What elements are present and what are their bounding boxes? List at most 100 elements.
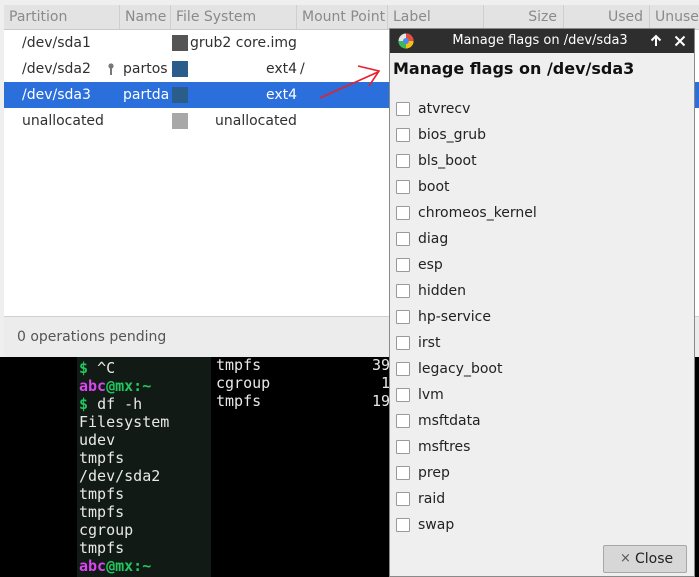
terminal-text: df -h	[97, 395, 143, 413]
flag-label: bls_boot	[418, 153, 477, 169]
flag-item-msftres[interactable]: msftres	[390, 435, 690, 461]
flag-item-msftdata[interactable]: msftdata	[390, 409, 690, 435]
column-used[interactable]: Used	[564, 5, 650, 29]
flag-item-raid[interactable]: raid	[390, 487, 690, 513]
filesystem-label: unallocated	[215, 113, 297, 129]
partition-path: /dev/sda3	[22, 87, 91, 103]
terminal-text: Filesystem	[79, 413, 170, 431]
flag-item-bls-boot[interactable]: bls_boot	[390, 149, 690, 175]
flag-label: esp	[418, 257, 443, 273]
terminal-text: abc	[79, 377, 107, 395]
dialog-title: Manage flags on /dev/sda3	[452, 33, 628, 48]
maximize-button[interactable]	[647, 31, 665, 51]
filesystem-color-swatch	[172, 61, 188, 77]
partition-path: /dev/sda1	[22, 35, 91, 51]
column-size[interactable]: Size	[484, 5, 564, 29]
terminal-text: tmpfs	[79, 503, 125, 521]
column-mount-point[interactable]: Mount Point	[297, 5, 388, 29]
flags-list: atvrecv bios_grub bls_bootboot chromeos_ker…	[390, 97, 694, 543]
flag-checkbox[interactable]	[396, 518, 410, 532]
column-unused[interactable]: Unused	[650, 5, 699, 29]
partition-name: partda	[123, 87, 170, 103]
terminal-text: cgroup	[79, 521, 134, 539]
flag-label: diag	[418, 231, 449, 247]
filesystem-color-swatch	[172, 87, 188, 103]
manage-flags-dialog: Manage flags on /dev/sda3 Manage flags o…	[389, 28, 695, 577]
flag-item-legacy-boot[interactable]: legacy_boot	[390, 357, 690, 383]
terminal-text: $	[79, 359, 98, 377]
flag-checkbox[interactable]	[396, 258, 410, 272]
flag-checkbox[interactable]	[396, 102, 410, 116]
flag-item-irst[interactable]: irst	[390, 331, 690, 357]
flag-checkbox[interactable]	[396, 466, 410, 480]
operations-pending-text: 0 operations pending	[17, 329, 167, 345]
flag-item-chromeos-kernel[interactable]: chromeos_kernel	[390, 201, 690, 227]
dialog-heading: Manage flags on /dev/sda3	[393, 59, 635, 78]
filesystem-label: grub2 core.img	[190, 35, 297, 51]
flag-checkbox[interactable]	[396, 492, 410, 506]
partition-path: unallocated	[22, 113, 104, 129]
flag-checkbox[interactable]	[396, 362, 410, 376]
flag-checkbox[interactable]	[396, 154, 410, 168]
flag-item-diag[interactable]: diag	[390, 227, 690, 253]
terminal-line: $ ^C	[79, 359, 115, 377]
terminal-line: tmpfs	[79, 503, 124, 521]
flag-checkbox[interactable]	[396, 336, 410, 350]
terminal-line: $ df -h	[79, 395, 142, 413]
flag-item-hidden[interactable]: hidden	[390, 279, 690, 305]
column-partition[interactable]: Partition	[4, 5, 120, 29]
flag-item-swap[interactable]: swap	[390, 513, 690, 539]
flag-checkbox[interactable]	[396, 232, 410, 246]
key-icon	[108, 63, 114, 75]
flag-checkbox[interactable]	[396, 284, 410, 298]
terminal-text: udev	[79, 431, 116, 449]
terminal-text: @mx:~	[106, 377, 152, 395]
terminal-fs-name: tmpfs	[216, 356, 262, 374]
flag-label: msftdata	[418, 413, 481, 429]
flag-label: bios_grub	[418, 127, 487, 143]
flag-label: msftres	[418, 439, 471, 455]
terminal-fs-name: cgroup	[216, 374, 271, 392]
close-window-button[interactable]	[671, 31, 689, 51]
flag-checkbox[interactable]	[396, 388, 410, 402]
terminal-line: tmpfs	[79, 485, 124, 503]
flag-checkbox[interactable]	[396, 206, 410, 220]
flag-item-esp[interactable]: esp	[390, 253, 690, 279]
terminal-line: abc@mx:~	[79, 557, 151, 575]
column-file-system[interactable]: File System	[171, 5, 297, 29]
terminal-line: tmpfs	[79, 539, 124, 557]
terminal-text: @mx:~	[106, 557, 152, 575]
close-icon: ×	[620, 551, 631, 566]
terminal-fs-size: 39	[371, 356, 390, 374]
flag-checkbox[interactable]	[396, 414, 410, 428]
terminal-text: $	[79, 395, 98, 413]
flag-label: legacy_boot	[418, 361, 503, 377]
flag-label: chromeos_kernel	[418, 205, 537, 221]
filesystem-label: ext4	[266, 61, 298, 77]
flag-item-prep[interactable]: prep	[390, 461, 690, 487]
flag-checkbox[interactable]	[396, 310, 410, 324]
terminal-line: udev	[79, 431, 115, 449]
column-label[interactable]: Label	[388, 5, 484, 29]
flag-item-boot[interactable]: boot	[390, 175, 690, 201]
flag-checkbox[interactable]	[396, 180, 410, 194]
terminal-line: tmpfs	[79, 449, 124, 467]
terminal-line: Filesystem	[79, 413, 169, 431]
flag-checkbox[interactable]	[396, 440, 410, 454]
close-button[interactable]: × Close	[603, 545, 687, 573]
terminal-text: /dev/sda2	[79, 467, 161, 485]
flag-label: swap	[418, 517, 455, 533]
flag-checkbox[interactable]	[396, 128, 410, 142]
terminal-text: tmpfs	[79, 485, 125, 503]
terminal-line: abc@mx:~	[79, 377, 151, 395]
flag-label: lvm	[418, 387, 444, 403]
flag-item-lvm[interactable]: lvm	[390, 383, 690, 409]
flag-item-atvrecv[interactable]: atvrecv	[390, 97, 690, 123]
partition-path: /dev/sda2	[22, 61, 91, 77]
flag-item-hp-service[interactable]: hp-service	[390, 305, 690, 331]
column-header-row: Partition Name File System Mount Point L…	[4, 5, 699, 30]
column-name[interactable]: Name	[120, 5, 171, 29]
flag-item-bios-grub[interactable]: bios_grub	[390, 123, 690, 149]
filesystem-color-swatch	[172, 35, 188, 51]
dialog-titlebar[interactable]: Manage flags on /dev/sda3	[390, 29, 694, 53]
